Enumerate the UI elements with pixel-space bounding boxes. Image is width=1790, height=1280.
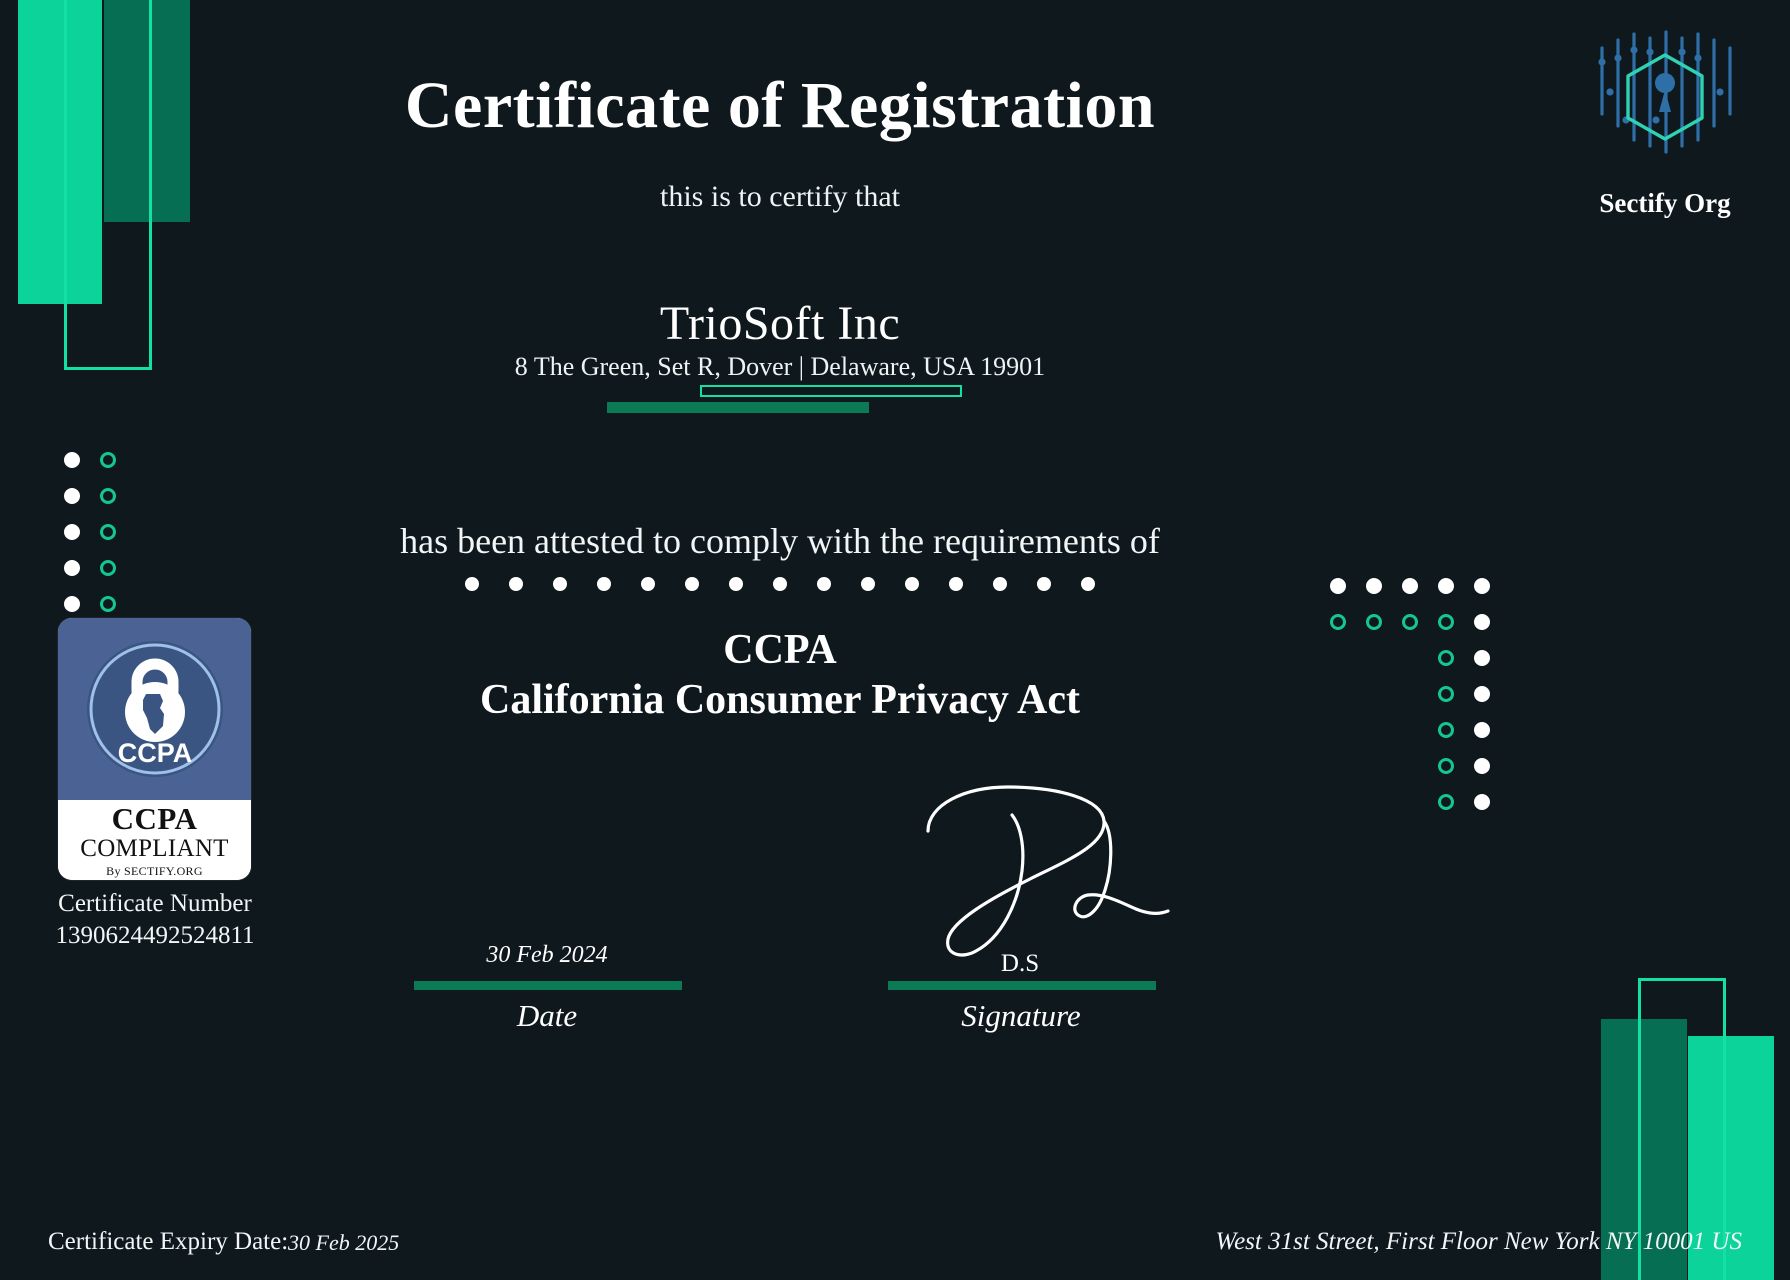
decor-dot (817, 577, 831, 592)
decor-dot (597, 577, 611, 592)
recipient-name: TrioSoft Inc (659, 297, 901, 350)
decor-dot (1081, 577, 1095, 592)
decor-dot (465, 577, 479, 592)
decor-dot (553, 577, 567, 592)
decor-dot-solid (1474, 794, 1490, 810)
badge-word-primary: CCPA (111, 801, 198, 836)
decor-dot (729, 577, 743, 592)
date-underline (414, 981, 682, 990)
decor-dot-ring (100, 596, 116, 612)
decor-dot (861, 577, 875, 592)
compliance-statement: has been attested to comply with the req… (400, 521, 1160, 561)
sectify-hexagon-lock-icon (1598, 30, 1732, 154)
badge-caption: CCPA COMPLIANT By SECTIFY.ORG (58, 800, 251, 880)
certificate-subtitle: this is to certify that (660, 180, 900, 213)
issuer-address: West 31st Street, First Floor New York N… (1215, 1228, 1742, 1255)
decor-dot-solid (64, 488, 80, 504)
decor-dot (1037, 577, 1051, 592)
certificate-number-value: 1390624492524811 (55, 922, 255, 949)
badge-word-secondary: COMPLIANT (80, 834, 229, 862)
decor-dot-ring (1438, 722, 1454, 738)
expiry-date-value: 30 Feb 2025 (288, 1230, 400, 1255)
decor-dot-ring (100, 452, 116, 468)
expiry-date-label: Certificate Expiry Date: (48, 1228, 289, 1255)
issuer-name: Sectify Org (1599, 188, 1731, 218)
decor-dot (993, 577, 1007, 592)
decor-dot-ring (100, 488, 116, 504)
decor-rule-solid (607, 402, 869, 413)
padlock-california-icon: CCPA (86, 641, 223, 777)
page-title: Certificate of Registration (404, 69, 1156, 142)
handwritten-signature-icon (926, 785, 1170, 957)
badge-seal-text: CCPA (117, 738, 192, 768)
decor-dot-ring (1438, 758, 1454, 774)
decor-dot-solid (64, 596, 80, 612)
signature-label: Signature (961, 998, 1081, 1033)
recipient-address: 8 The Green, Set R, Dover | Delaware, US… (514, 352, 1046, 381)
ccpa-compliance-badge: CCPA CCPA COMPLIANT By SECTIFY.ORG (58, 618, 251, 880)
issuer-logo-block: Sectify Org (1550, 22, 1780, 219)
decor-dot (685, 577, 699, 592)
decor-rule-outline (700, 385, 962, 397)
decor-dot-solid (64, 452, 80, 468)
decor-dot-solid (1474, 758, 1490, 774)
decor-dot (641, 577, 655, 592)
badge-issuer-line: By SECTIFY.ORG (106, 863, 203, 878)
decor-dot-solid (1474, 722, 1490, 738)
date-label: Date (516, 998, 578, 1033)
signature-underline (888, 981, 1156, 990)
badge-seal: CCPA (58, 618, 251, 800)
decor-dot-separator (0, 575, 1560, 593)
signature-initials: D.S (1000, 950, 1040, 977)
decor-dot (773, 577, 787, 592)
decor-dot-solid (64, 560, 80, 576)
decor-dot (905, 577, 919, 592)
decor-dot-ring (1438, 794, 1454, 810)
decor-dot-ring (100, 560, 116, 576)
decor-dot (949, 577, 963, 592)
issue-date-value: 30 Feb 2024 (486, 942, 608, 968)
decor-dot (509, 577, 523, 592)
certificate-number-label: Certificate Number (58, 890, 252, 917)
